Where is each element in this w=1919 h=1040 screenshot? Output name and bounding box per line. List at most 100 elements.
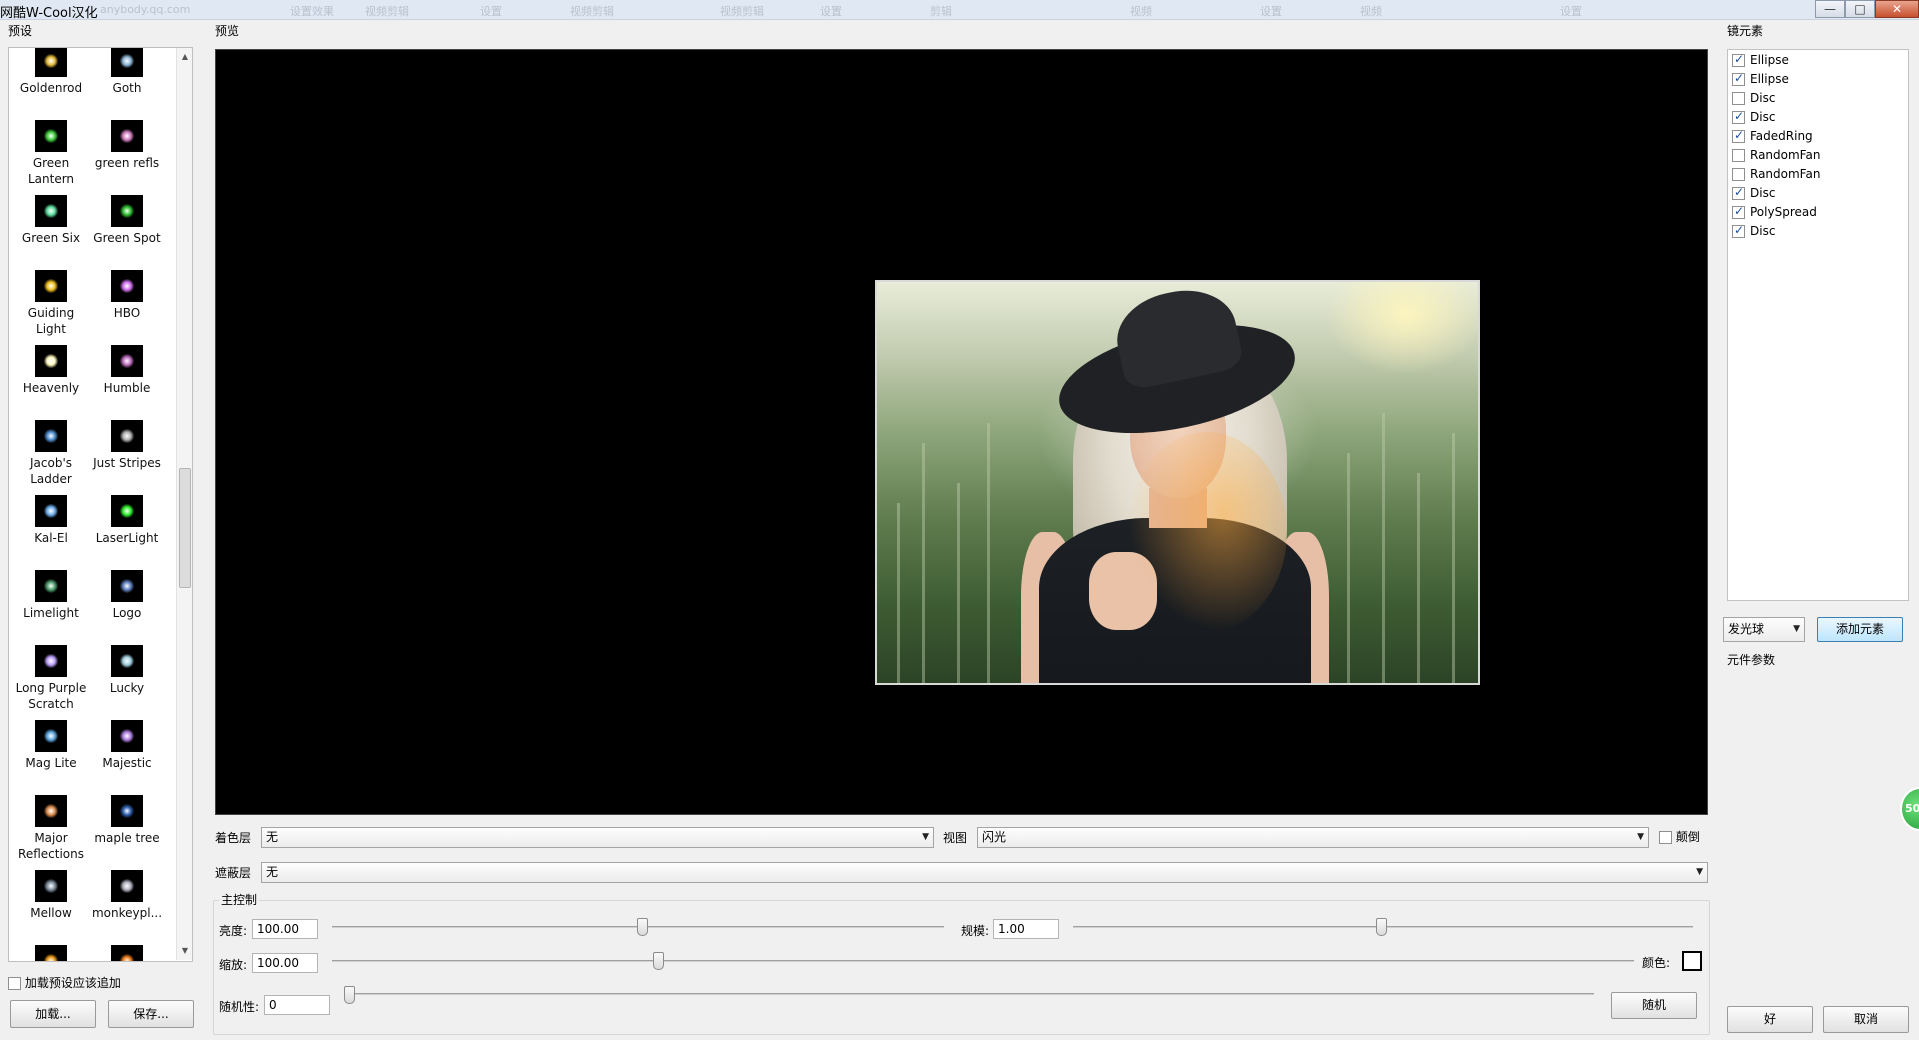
scale-input[interactable]: 1.00 xyxy=(993,919,1059,939)
background-tab[interactable]: anybody.qq.com xyxy=(100,3,240,17)
preset-item[interactable]: Goth xyxy=(89,48,165,118)
scroll-down-icon[interactable]: ▼ xyxy=(177,944,193,958)
scale-slider-handle[interactable] xyxy=(1376,918,1387,936)
zoom-label: 缩放: xyxy=(219,958,248,972)
element-checkbox[interactable] xyxy=(1732,223,1745,238)
background-tab[interactable]: 剪辑 xyxy=(930,3,990,17)
mask-layer-label: 遮蔽层 xyxy=(215,866,252,880)
color-layer-select[interactable]: 无 ▼ xyxy=(261,827,934,848)
preset-item[interactable]: Mellow xyxy=(13,868,89,943)
preset-item[interactable]: Green Six xyxy=(13,193,89,268)
maximize-button[interactable]: □ xyxy=(1845,0,1875,18)
background-tab[interactable]: 视频剪辑 xyxy=(720,3,800,17)
element-checkbox[interactable] xyxy=(1732,109,1745,124)
elements-list[interactable]: Ellipse Ellipse Disc Disc FadedRing RandomFan… xyxy=(1727,49,1909,601)
element-checkbox[interactable] xyxy=(1732,128,1745,143)
element-item[interactable]: PolySpread xyxy=(1732,204,1817,223)
preset-item[interactable]: Green Spot xyxy=(89,193,165,268)
brightness-input[interactable]: 100.00 xyxy=(252,919,318,939)
brightness-slider-handle[interactable] xyxy=(637,918,648,936)
preset-item[interactable]: Limelight xyxy=(13,568,89,643)
randomness-slider-handle[interactable] xyxy=(344,986,355,1004)
preset-item[interactable]: monkeypl... xyxy=(89,868,165,943)
invert-checkbox[interactable] xyxy=(1659,831,1672,844)
preset-scrollbar[interactable]: ▲ ▼ xyxy=(176,48,192,960)
load-button[interactable]: 加载... xyxy=(10,1000,96,1028)
preview-canvas[interactable] xyxy=(215,49,1708,815)
background-tab[interactable]: 设置 xyxy=(1260,3,1320,17)
preset-item[interactable]: Lucky xyxy=(89,643,165,718)
preset-item[interactable] xyxy=(89,943,165,961)
preset-item[interactable]: Kal-El xyxy=(13,493,89,568)
background-tab[interactable]: 视频 xyxy=(1360,3,1440,17)
element-checkbox[interactable] xyxy=(1732,52,1745,67)
element-item[interactable]: Disc xyxy=(1732,223,1775,242)
element-item[interactable]: Disc xyxy=(1732,185,1775,204)
zoom-input[interactable]: 100.00 xyxy=(252,953,318,973)
element-item[interactable]: RandomFan xyxy=(1732,167,1820,185)
background-tab[interactable]: 设置 xyxy=(480,3,540,17)
preset-item[interactable]: HBO xyxy=(89,268,165,343)
load-append-checkbox[interactable] xyxy=(8,977,21,990)
background-tab[interactable]: 视频剪辑 xyxy=(570,3,650,17)
element-item[interactable]: RandomFan xyxy=(1732,148,1820,166)
element-checkbox[interactable] xyxy=(1732,149,1745,162)
preset-item[interactable]: green refls xyxy=(89,118,165,193)
preset-item[interactable]: Just Stripes xyxy=(89,418,165,493)
background-tab[interactable]: 视频 xyxy=(1130,3,1220,17)
preset-item[interactable] xyxy=(13,943,89,961)
background-tab[interactable]: 视频剪辑 xyxy=(365,3,455,17)
preset-item[interactable]: Goldenrod xyxy=(13,48,89,118)
preset-thumbnail xyxy=(35,945,67,961)
zoom-slider-handle[interactable] xyxy=(653,952,664,970)
element-checkbox[interactable] xyxy=(1732,168,1745,181)
cancel-button[interactable]: 取消 xyxy=(1823,1006,1909,1033)
mask-layer-select[interactable]: 无 ▼ xyxy=(261,862,1708,883)
element-checkbox[interactable] xyxy=(1732,185,1745,200)
randomness-input[interactable]: 0 xyxy=(264,995,330,1015)
preset-item[interactable]: Guiding Light xyxy=(13,268,89,343)
element-checkbox[interactable] xyxy=(1732,92,1745,105)
preset-item[interactable]: Jacob's Ladder xyxy=(13,418,89,493)
element-checkbox[interactable] xyxy=(1732,204,1745,219)
element-checkbox[interactable] xyxy=(1732,71,1745,86)
preset-thumbnail xyxy=(111,795,143,827)
preset-item[interactable]: Mag Lite xyxy=(13,718,89,793)
preset-item[interactable]: Humble xyxy=(89,343,165,418)
minimize-button[interactable]: — xyxy=(1815,0,1845,18)
element-item[interactable]: Disc xyxy=(1732,109,1775,128)
invert-option[interactable]: 颠倒 xyxy=(1659,828,1700,845)
preset-item[interactable]: LaserLight xyxy=(89,493,165,568)
ok-button[interactable]: 好 xyxy=(1727,1006,1813,1033)
preset-item[interactable]: Heavenly xyxy=(13,343,89,418)
floating-badge[interactable]: 50 xyxy=(1900,787,1919,831)
preset-item[interactable]: maple tree xyxy=(89,793,165,868)
element-type-select[interactable]: 发光球 ▼ xyxy=(1723,617,1805,642)
view-select[interactable]: 闪光 ▼ xyxy=(977,827,1649,848)
save-button[interactable]: 保存... xyxy=(108,1000,194,1028)
preset-item[interactable]: Green Lantern xyxy=(13,118,89,193)
preset-item[interactable]: Major Reflections xyxy=(13,793,89,868)
element-item[interactable]: Ellipse xyxy=(1732,52,1789,71)
chevron-down-icon: ▼ xyxy=(922,832,929,842)
randomness-slider-track[interactable] xyxy=(344,993,1594,995)
preset-list[interactable]: Goldenrod Goth Green Lantern green refls Gre… xyxy=(8,47,193,962)
background-tab[interactable]: 设置效果 xyxy=(290,3,350,17)
preset-item[interactable]: Logo xyxy=(89,568,165,643)
element-item[interactable]: Ellipse xyxy=(1732,71,1789,90)
add-element-button[interactable]: 添加元素 xyxy=(1817,617,1903,642)
scroll-thumb[interactable] xyxy=(179,468,191,588)
background-tab[interactable]: 设置 xyxy=(1560,3,1620,17)
zoom-slider-track[interactable] xyxy=(332,960,1634,962)
random-button[interactable]: 随机 xyxy=(1611,992,1697,1019)
load-append-option[interactable]: 加载预设应该追加 xyxy=(8,974,121,991)
preset-name: Kal-El xyxy=(34,531,68,545)
scroll-up-icon[interactable]: ▲ xyxy=(177,50,193,64)
element-item[interactable]: Disc xyxy=(1732,91,1775,109)
preset-item[interactable]: Majestic xyxy=(89,718,165,793)
color-swatch[interactable] xyxy=(1682,951,1702,971)
preset-item[interactable]: Long Purple Scratch xyxy=(13,643,89,718)
background-tab[interactable]: 设置 xyxy=(820,3,880,17)
element-item[interactable]: FadedRing xyxy=(1732,128,1813,147)
close-button[interactable]: ✕ xyxy=(1875,0,1919,18)
